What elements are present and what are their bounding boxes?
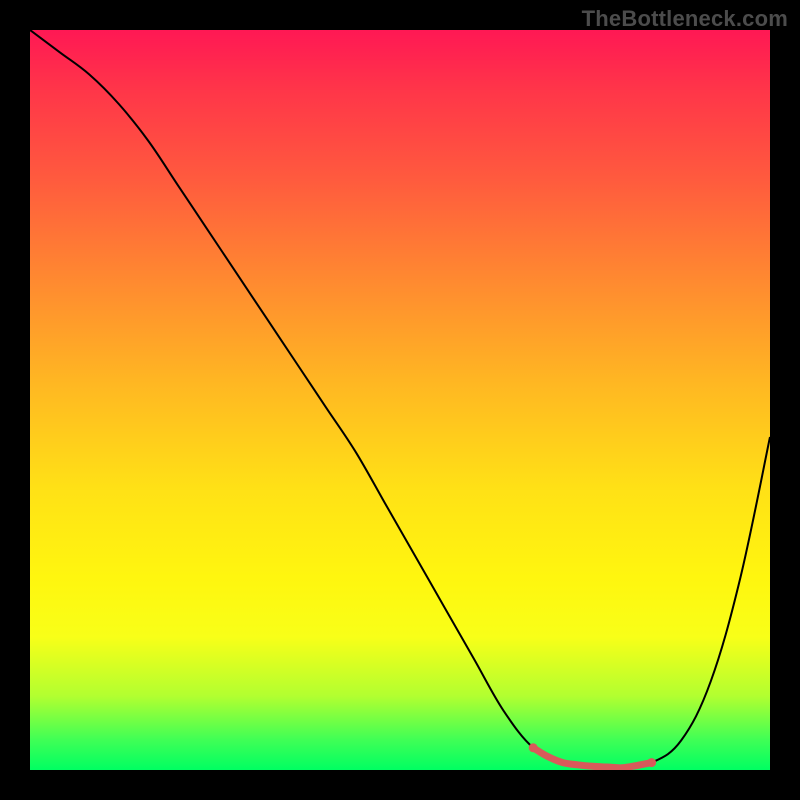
watermark-text: TheBottleneck.com — [582, 6, 788, 32]
chart-container: TheBottleneck.com — [0, 0, 800, 800]
accent-endpoint-left — [529, 743, 538, 752]
bottleneck-curve — [30, 30, 770, 768]
plot-svg — [30, 30, 770, 770]
plot-area — [30, 30, 770, 770]
accent-region — [533, 748, 651, 768]
accent-endpoint-right — [647, 758, 656, 767]
